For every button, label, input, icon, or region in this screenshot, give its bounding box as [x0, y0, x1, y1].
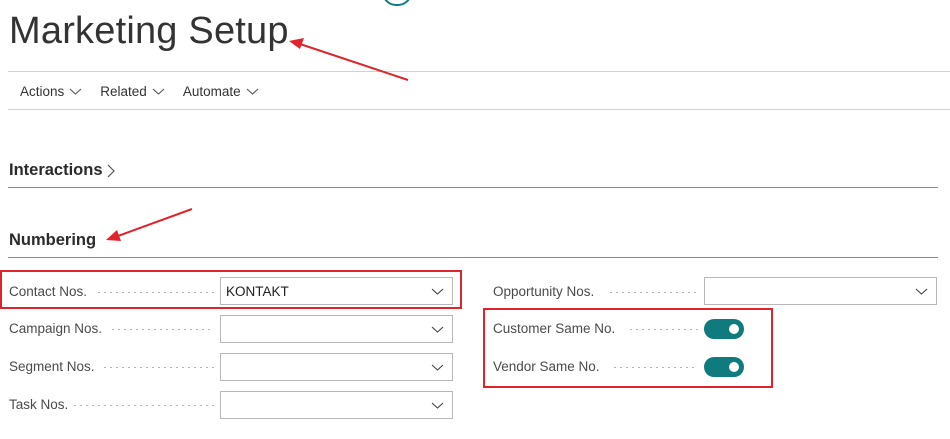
numbering-annotation-arrow — [106, 208, 193, 241]
title-annotation-arrow — [289, 38, 409, 81]
annotation-arrows — [106, 38, 409, 241]
